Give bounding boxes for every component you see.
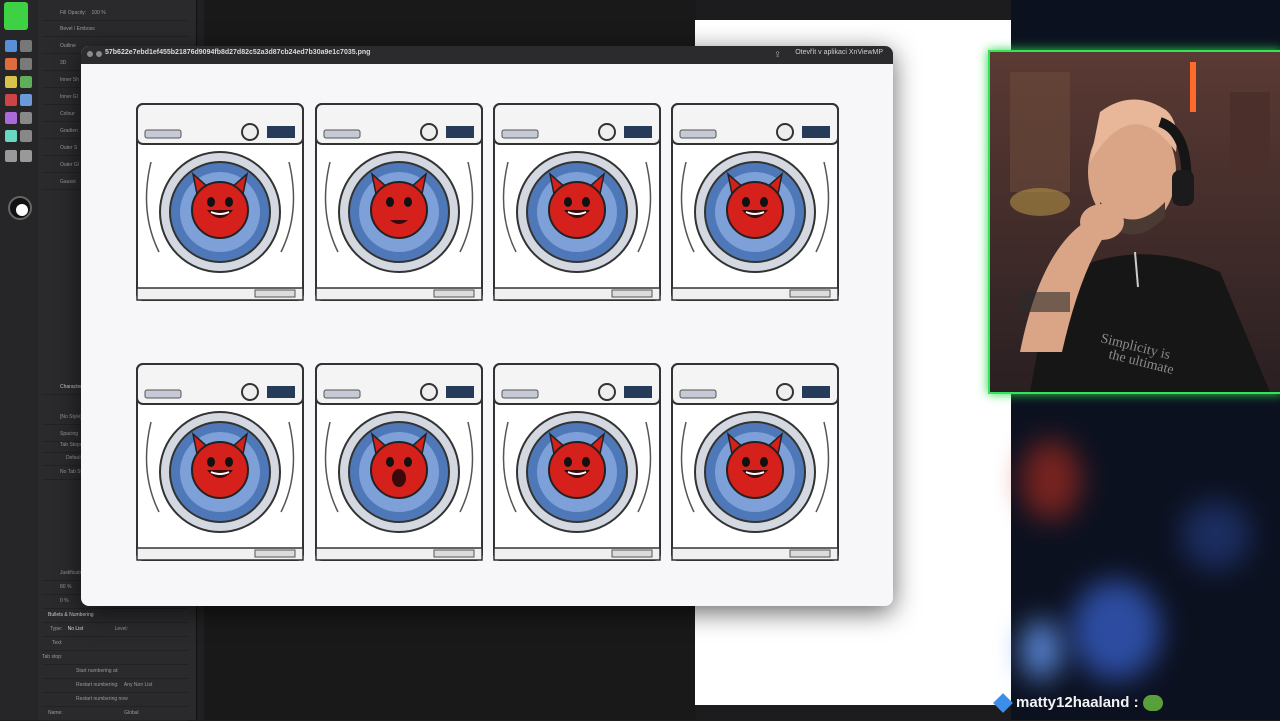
fill-opacity-row[interactable]: Fill Opacity: 100 % <box>42 6 188 21</box>
style-label: [No Style] <box>60 414 82 420</box>
view-tool-icon[interactable] <box>20 150 32 162</box>
close-window-icon[interactable] <box>87 51 93 57</box>
gradient-tool-icon[interactable] <box>20 94 32 106</box>
washing-machine-illustration <box>670 102 840 302</box>
restart-now-row[interactable]: Restart numbering now <box>42 692 188 707</box>
restart-value: Any Non List <box>123 682 153 688</box>
default-label: Default <box>66 455 82 461</box>
tools-toolbar <box>0 0 39 720</box>
name-label: Name: <box>48 710 63 716</box>
fill-opacity-value: 100 % <box>91 10 106 16</box>
type-label: Type: <box>50 626 63 632</box>
effect-label: Outer S <box>60 145 78 151</box>
secondary-color-icon[interactable] <box>16 204 28 216</box>
move-tool-icon[interactable] <box>5 40 17 52</box>
tab-stops-label: Tab Stops <box>60 442 83 448</box>
washing-machine-illustration <box>135 102 305 302</box>
brush-tool-icon[interactable] <box>5 76 17 88</box>
eraser-tool-icon[interactable] <box>5 94 17 106</box>
fill-tool-icon[interactable] <box>20 76 32 88</box>
shape-tool-icon[interactable] <box>5 112 17 124</box>
chat-separator: : <box>1133 694 1139 711</box>
pen-tool-icon[interactable] <box>5 58 17 70</box>
image-viewer-window[interactable]: 57b622e7ebd1ef455b21876d9094fb8d27d82c52… <box>81 46 893 606</box>
zoom-tool-icon[interactable] <box>5 150 17 162</box>
chat-message: matty12haaland : <box>1016 694 1163 712</box>
pct1-label: 80 % <box>60 584 72 590</box>
effect-label: Inner Gl <box>60 94 78 100</box>
type-row[interactable]: Type: No List Level: <box>42 622 188 637</box>
level-label: Level: <box>114 626 128 632</box>
frog-emote-icon <box>1142 695 1163 712</box>
pct2-label: 0 % <box>60 598 69 604</box>
start-numbering-label: Start numbering at: <box>76 668 119 674</box>
effect-label: 3D <box>60 60 67 66</box>
file-name: 57b622e7ebd1ef455b21876d9094fb8d27d82c52… <box>105 49 371 56</box>
spacing-label: Spacing <box>60 431 79 437</box>
washing-machine-illustration <box>670 362 840 562</box>
restart-numbering-row[interactable]: Restart numbering: Any Non List <box>42 678 188 693</box>
effect-label: Bevel / Emboss <box>60 26 95 32</box>
open-in-app-button[interactable]: Otevřít v aplikaci XnViewMP <box>795 49 883 56</box>
pencil-tool-icon[interactable] <box>20 58 32 70</box>
washing-machine-illustration <box>314 102 484 302</box>
text-label: Text: <box>52 640 63 646</box>
tab-stop-label: Tab stop: <box>42 654 63 660</box>
minimize-window-icon[interactable] <box>96 51 102 57</box>
fill-opacity-label: Fill Opacity: <box>60 10 87 16</box>
frame-tool-icon[interactable] <box>20 130 32 142</box>
effect-label: Colour <box>60 111 75 117</box>
tab-stop-row[interactable]: Tab stop: <box>42 650 188 665</box>
effect-label: Outline <box>60 43 76 49</box>
washing-machine-illustration <box>314 362 484 562</box>
effect-label: Outer Gl <box>60 162 79 168</box>
share-icon[interactable]: ⇪ <box>774 50 781 59</box>
crop-tool-icon[interactable] <box>20 112 32 124</box>
global-label: Global <box>124 710 139 716</box>
name-row[interactable]: Name: Global <box>42 706 188 721</box>
restart-now-label: Restart numbering now <box>76 696 128 702</box>
type-value: No List <box>67 626 84 632</box>
webcam-feed: Simplicity is the ultimate <box>988 50 1280 394</box>
streamer-photo: Simplicity is the ultimate <box>990 52 1280 392</box>
effect-row[interactable]: Bevel / Emboss <box>42 22 188 37</box>
text-row[interactable]: Text: <box>42 636 188 651</box>
node-tool-icon[interactable] <box>20 40 32 52</box>
chat-username: matty12haaland <box>1016 694 1130 711</box>
effect-label: Inner Sh <box>60 77 79 83</box>
effect-label: Gradien <box>60 128 78 134</box>
bullets-label: Bullets & Numbering <box>48 612 94 618</box>
washing-machine-illustration <box>492 362 662 562</box>
text-tool-icon[interactable] <box>5 130 17 142</box>
washer-image-grid <box>81 64 893 606</box>
app-logo-icon <box>4 2 28 30</box>
washing-machine-illustration <box>492 102 662 302</box>
restart-numbering-label: Restart numbering: <box>76 682 119 688</box>
effect-label: Gaussi <box>60 179 76 185</box>
washing-machine-illustration <box>135 362 305 562</box>
character-label: Character <box>60 384 82 390</box>
viewer-titlebar[interactable]: 57b622e7ebd1ef455b21876d9094fb8d27d82c52… <box>81 46 893 64</box>
bullets-header[interactable]: Bullets & Numbering <box>42 608 188 623</box>
start-numbering-row[interactable]: Start numbering at: <box>42 664 188 679</box>
